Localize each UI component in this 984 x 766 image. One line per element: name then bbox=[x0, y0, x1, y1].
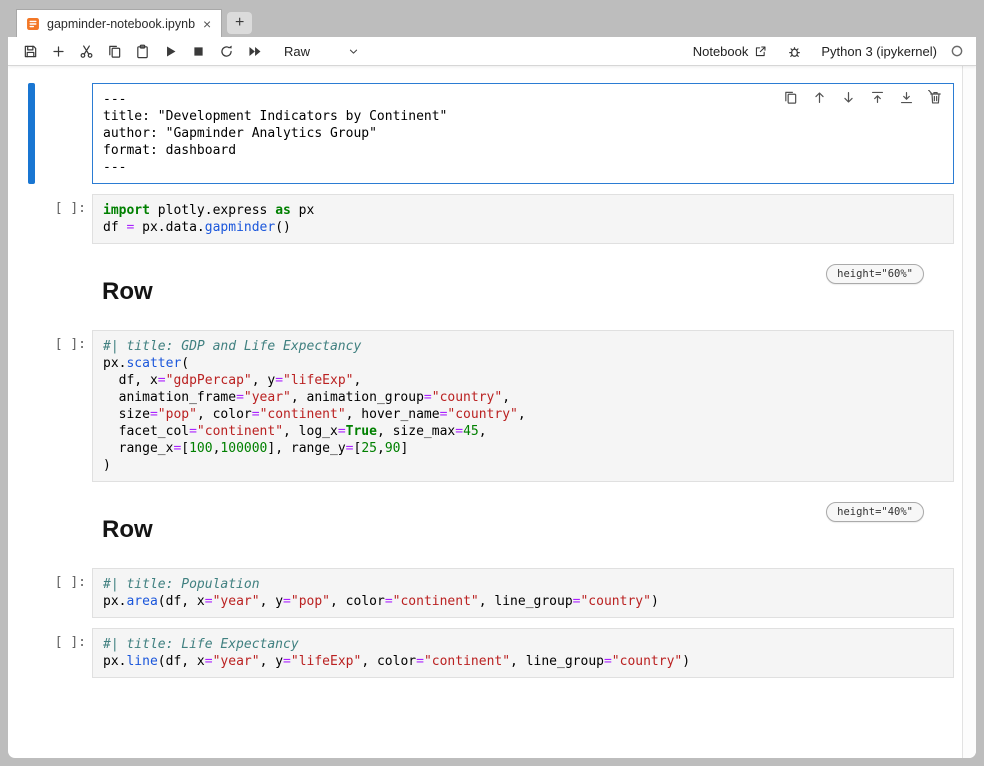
cell-source[interactable]: #| title: Populationpx.area(df, x="year"… bbox=[103, 576, 945, 610]
kernel-status-icon[interactable] bbox=[950, 44, 964, 58]
cell-collapser[interactable] bbox=[28, 330, 35, 482]
notebook-content: ---title: "Development Indicators by Con… bbox=[8, 66, 976, 758]
execution-count-prompt: [ ]: bbox=[35, 628, 92, 678]
cell-4-markdown-row[interactable]: Row height="40%" bbox=[8, 487, 962, 563]
rendered-markdown: Row height="60%" bbox=[92, 254, 954, 320]
execution-count-prompt: [ ]: bbox=[35, 568, 92, 618]
cell-collapser[interactable] bbox=[28, 254, 35, 320]
cell-list: ---title: "Development Indicators by Con… bbox=[8, 66, 962, 758]
cell-toolbar bbox=[782, 89, 944, 106]
notebook-file-icon bbox=[26, 17, 40, 31]
cell-collapser[interactable] bbox=[28, 628, 35, 678]
delete-cell-icon[interactable] bbox=[927, 89, 944, 106]
interrupt-kernel-icon[interactable] bbox=[184, 39, 212, 63]
toolbar-right-group: Notebook Python 3 (ipykernel) bbox=[693, 39, 968, 63]
cell-collapser[interactable] bbox=[28, 194, 35, 244]
rendered-markdown: Row height="40%" bbox=[92, 492, 954, 558]
notebook-toolbar: Raw Notebook Python 3 (ipykernel) bbox=[8, 37, 976, 66]
row-heading: Row bbox=[102, 278, 153, 306]
external-link-icon bbox=[754, 45, 767, 58]
cell-2-markdown-row[interactable]: Row height="60%" bbox=[8, 249, 962, 325]
paste-cells-icon[interactable] bbox=[128, 39, 156, 63]
move-cell-up-icon[interactable] bbox=[811, 89, 828, 106]
height-attribute-badge: height="60%" bbox=[826, 264, 924, 284]
move-cell-down-icon[interactable] bbox=[840, 89, 857, 106]
new-tab-button[interactable]: + bbox=[227, 12, 252, 34]
tab-title: gapminder-notebook.ipynb bbox=[47, 17, 195, 31]
code-editor[interactable]: ---title: "Development Indicators by Con… bbox=[92, 83, 954, 184]
run-cell-icon[interactable] bbox=[156, 39, 184, 63]
cell-6-code-line[interactable]: [ ]: #| title: Life Expectancypx.line(df… bbox=[8, 623, 962, 683]
cell-1-code-imports[interactable]: [ ]: import plotly.express as pxdf = px.… bbox=[8, 189, 962, 249]
tab-bar: gapminder-notebook.ipynb × + bbox=[8, 8, 976, 37]
cell-collapser[interactable] bbox=[28, 568, 35, 618]
code-editor[interactable]: import plotly.express as pxdf = px.data.… bbox=[92, 194, 954, 244]
height-attribute-badge: height="40%" bbox=[826, 502, 924, 522]
code-editor[interactable]: #| title: Life Expectancypx.line(df, x="… bbox=[92, 628, 954, 678]
debugger-bug-icon[interactable] bbox=[780, 39, 808, 63]
execution-count-prompt bbox=[35, 254, 92, 320]
code-editor[interactable]: #| title: Populationpx.area(df, x="year"… bbox=[92, 568, 954, 618]
restart-run-all-icon[interactable] bbox=[240, 39, 268, 63]
cut-cells-icon[interactable] bbox=[72, 39, 100, 63]
jupyterlab-window: gapminder-notebook.ipynb × + bbox=[8, 8, 976, 758]
insert-cell-below-icon[interactable] bbox=[898, 89, 915, 106]
notebook-label: Notebook bbox=[693, 44, 749, 59]
tab-close-icon[interactable]: × bbox=[202, 17, 212, 31]
execution-count-prompt: [ ]: bbox=[35, 194, 92, 244]
notebook-panel: Raw Notebook Python 3 (ipykernel) bbox=[8, 37, 976, 758]
insert-cell-icon[interactable] bbox=[44, 39, 72, 63]
kernel-name[interactable]: Python 3 (ipykernel) bbox=[821, 44, 937, 59]
cell-source[interactable]: #| title: GDP and Life Expectancypx.scat… bbox=[103, 338, 945, 474]
notebook-tools-button[interactable]: Notebook bbox=[693, 44, 768, 59]
save-icon[interactable] bbox=[16, 39, 44, 63]
execution-count-prompt: [ ]: bbox=[35, 330, 92, 482]
restart-kernel-icon[interactable] bbox=[212, 39, 240, 63]
tab-notebook[interactable]: gapminder-notebook.ipynb × bbox=[16, 9, 222, 37]
cell-source[interactable]: #| title: Life Expectancypx.line(df, x="… bbox=[103, 636, 945, 670]
cell-3-code-scatter[interactable]: [ ]: #| title: GDP and Life Expectancypx… bbox=[8, 325, 962, 487]
cell-collapser[interactable] bbox=[28, 83, 35, 184]
execution-count-prompt bbox=[35, 83, 92, 184]
row-heading: Row bbox=[102, 516, 153, 544]
scrollbar[interactable] bbox=[962, 66, 976, 758]
cell-type-value: Raw bbox=[284, 44, 310, 59]
cell-type-select[interactable]: Raw bbox=[278, 42, 366, 61]
code-editor[interactable]: #| title: GDP and Life Expectancypx.scat… bbox=[92, 330, 954, 482]
copy-cells-icon[interactable] bbox=[100, 39, 128, 63]
duplicate-cell-icon[interactable] bbox=[782, 89, 799, 106]
chevron-down-icon bbox=[347, 45, 360, 58]
cell-5-code-area[interactable]: [ ]: #| title: Populationpx.area(df, x="… bbox=[8, 563, 962, 623]
insert-cell-above-icon[interactable] bbox=[869, 89, 886, 106]
cell-source[interactable]: import plotly.express as pxdf = px.data.… bbox=[103, 202, 945, 236]
cell-collapser[interactable] bbox=[28, 492, 35, 558]
execution-count-prompt bbox=[35, 492, 92, 558]
cell-0-raw-yaml-frontmatter[interactable]: ---title: "Development Indicators by Con… bbox=[8, 78, 962, 189]
